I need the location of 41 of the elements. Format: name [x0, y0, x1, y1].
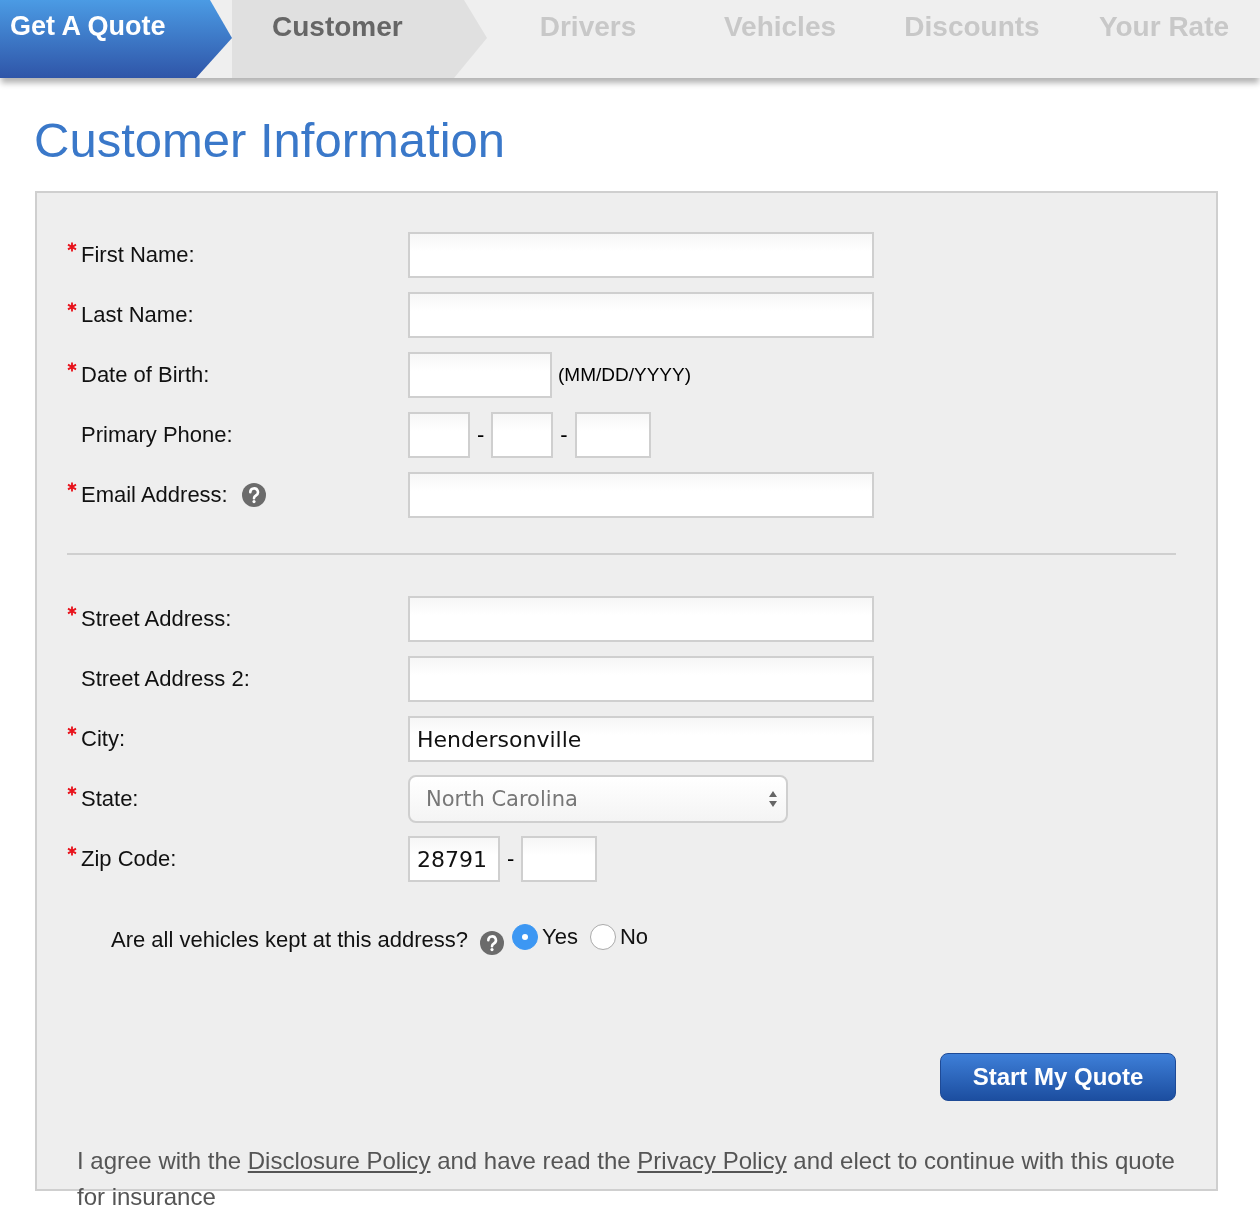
state-dropdown[interactable]: North Carolina — [408, 775, 788, 823]
date-format-hint: (MM/DD/YYYY) — [558, 364, 691, 386]
text-field[interactable]: Hendersonville — [408, 716, 874, 762]
radio-button[interactable] — [589, 924, 616, 950]
zip-extension-field[interactable] — [521, 836, 598, 882]
policy-link[interactable]: Privacy Policy — [637, 1147, 787, 1174]
disclaimer-text: I agree with the Disclosure Policy and have read the Privacy Policy and elect to continue with this quote for insurance — [77, 1146, 1176, 1210]
field-label: Last Name: — [81, 302, 194, 328]
question-label: Are all vehicles kept at this address? — [111, 927, 469, 953]
brand-tab[interactable]: Get A Quote — [0, 0, 232, 78]
text-field[interactable] — [408, 472, 874, 518]
field-label: Street Address 2: — [81, 666, 250, 692]
dash: - — [559, 422, 569, 448]
field-label: Zip Code: — [81, 846, 177, 872]
radio-button[interactable] — [512, 924, 539, 950]
text-field[interactable] — [408, 596, 874, 642]
policy-link[interactable]: Disclosure Policy — [247, 1147, 431, 1174]
updown-arrows-icon — [768, 790, 778, 808]
start-quote-button[interactable]: Start My Quote — [940, 1053, 1176, 1101]
date-field[interactable] — [408, 352, 552, 398]
text-field[interactable] — [408, 656, 874, 702]
radio-option[interactable]: Yes — [512, 924, 578, 950]
phone-field[interactable] — [574, 412, 651, 458]
page-title: Customer Information — [34, 112, 507, 168]
text-field[interactable] — [408, 292, 874, 338]
field-label: First Name: — [81, 242, 195, 268]
field-label: State: — [81, 786, 139, 812]
radio-option[interactable]: No — [589, 924, 649, 950]
phone-field[interactable] — [408, 412, 470, 458]
dash: - — [506, 846, 516, 872]
help-icon[interactable] — [241, 483, 266, 507]
field-label: Street Address: — [81, 606, 232, 632]
phone-field[interactable] — [491, 412, 554, 458]
dash: - — [476, 422, 486, 448]
help-icon[interactable] — [480, 931, 505, 955]
field-label: City: — [81, 726, 125, 752]
field-label: Date of Birth: — [81, 362, 210, 388]
field-label: Primary Phone: — [81, 422, 233, 448]
field-label: Email Address: — [81, 482, 228, 508]
text-field[interactable] — [408, 232, 874, 278]
zip-field[interactable]: 28791 — [408, 836, 500, 882]
